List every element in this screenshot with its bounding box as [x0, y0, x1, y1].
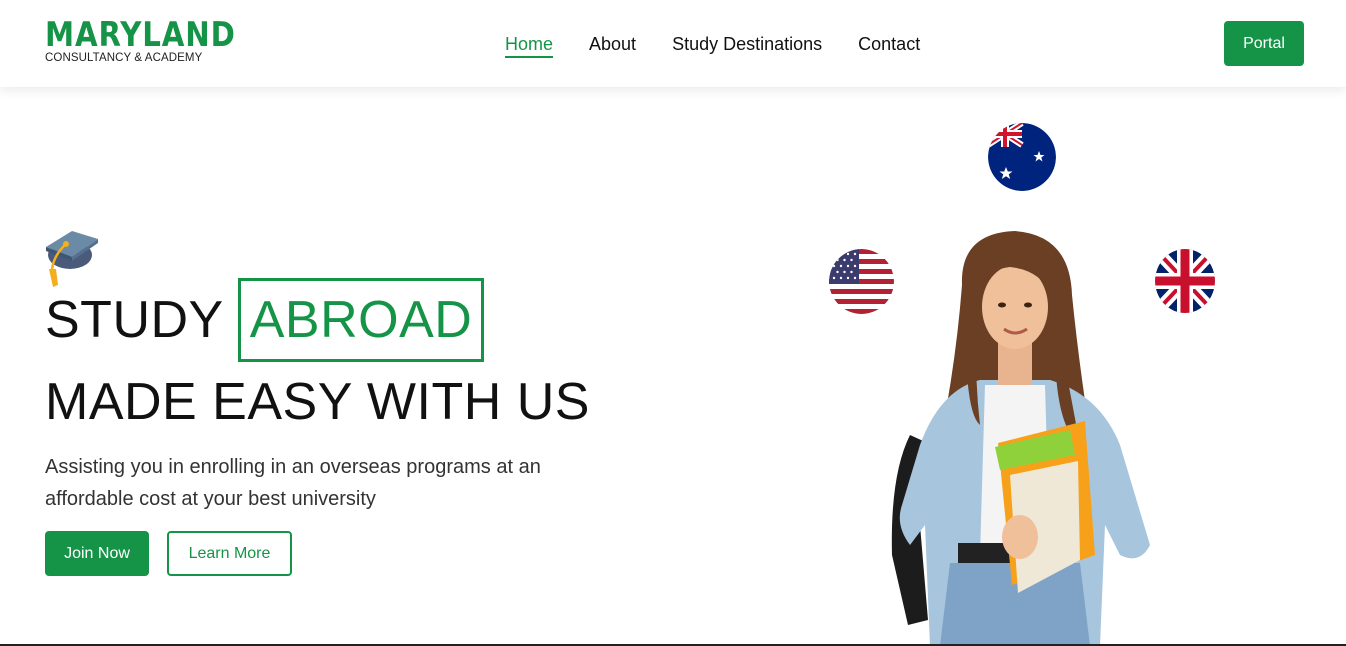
site-header: MARYLAND CONSULTANCY & ACADEMY Home Abou…: [0, 0, 1346, 87]
hero-description: Assisting you in enrolling in an oversea…: [45, 456, 541, 510]
logo-wordmark: MARYLAND: [45, 15, 236, 55]
australia-flag-icon: [988, 123, 1056, 191]
hero-title-line2: MADE EASY WITH US: [45, 373, 590, 431]
nav-link-home[interactable]: Home: [505, 33, 554, 58]
portal-button[interactable]: Portal: [1224, 21, 1304, 66]
uk-flag-icon: [1155, 249, 1215, 313]
student-image: [891, 231, 1150, 646]
hero-title-study: STUDY: [45, 291, 224, 349]
learn-more-button[interactable]: Learn More: [167, 531, 292, 576]
hero-title-line1: STUDY ABROAD: [45, 278, 485, 362]
nav-link-about[interactable]: About: [589, 33, 636, 58]
nav-link-study-destinations[interactable]: Study Destinations: [672, 33, 822, 58]
nav-link-contact[interactable]: Contact: [858, 33, 920, 58]
hero-title-highlight: ABROAD: [237, 278, 485, 362]
main-nav: Home About Study Destinations Contact: [505, 33, 920, 58]
site-logo[interactable]: MARYLAND CONSULTANCY & ACADEMY: [45, 15, 236, 64]
join-now-button[interactable]: Join Now: [45, 531, 149, 576]
